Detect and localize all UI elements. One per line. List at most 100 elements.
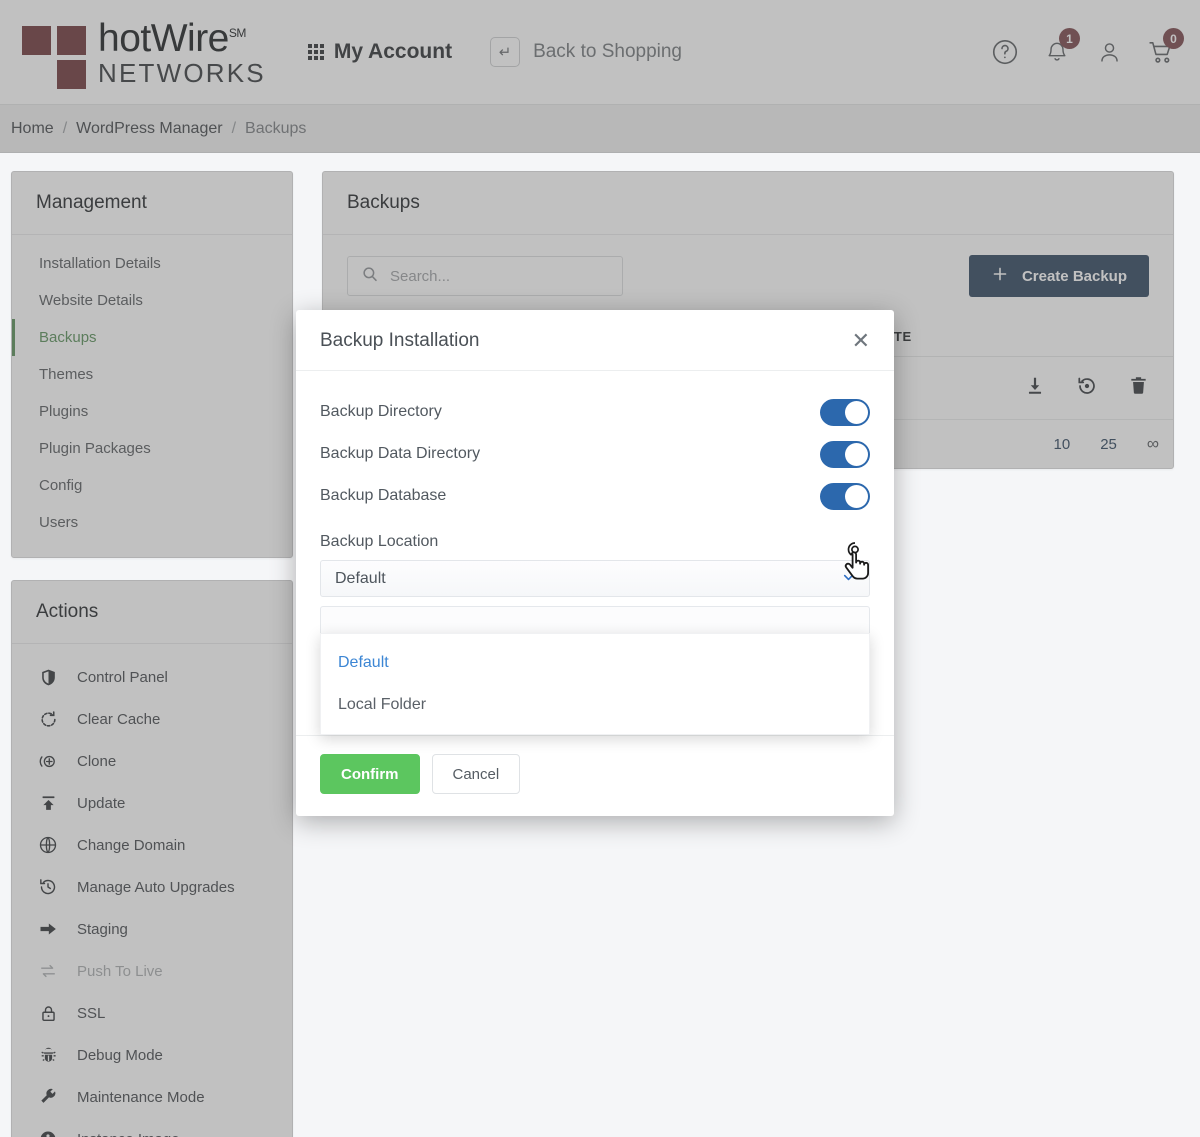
action-label: Change Domain [77,836,186,854]
notification-badge: 1 [1059,28,1080,49]
action-debug-mode[interactable]: Debug Mode [12,1034,292,1076]
chevron-down-icon [842,571,855,587]
toggle-label: Backup Data Directory [320,445,481,462]
action-clone[interactable]: Clone [12,740,292,782]
brand-logo[interactable]: hotWireSM NETWORKS [22,16,266,89]
shield-icon [36,665,60,689]
sidebar-item-website-details[interactable]: Website Details [12,282,292,319]
actions-menu: Control Panel Clear Cache Clone Update C… [12,644,292,1137]
action-label: Clear Cache [77,710,161,728]
action-label: Update [77,794,126,812]
sidebar-item-installation-details[interactable]: Installation Details [12,245,292,282]
create-backup-button[interactable]: Create Backup [968,255,1149,297]
plus-icon [991,265,1009,287]
dropdown-option-local-folder[interactable]: Local Folder [321,684,869,726]
action-label: Staging [77,920,128,938]
action-push-to-live: Push To Live [12,950,292,992]
toggle-label: Backup Database [320,487,447,504]
toggle-row-backup-database: Backup Database [320,475,870,517]
page-size-all[interactable]: ∞ [1147,434,1159,454]
breadcrumb-item-home[interactable]: Home [11,120,54,138]
clone-icon [36,749,60,773]
trash-icon[interactable] [1128,375,1149,401]
action-label: Manage Auto Upgrades [77,878,235,896]
close-icon[interactable]: ✕ [852,330,870,352]
backup-installation-modal: Backup Installation ✕ Backup Directory B… [296,310,894,816]
backup-location-dropdown: Default Local Folder [320,633,870,735]
logo-brand-top: hotWire [98,16,229,60]
action-update[interactable]: Update [12,782,292,824]
breadcrumb-separator: / [62,119,68,137]
create-backup-label: Create Backup [1021,267,1127,285]
backup-location-value: Default [335,569,386,587]
management-card: Management Installation Details Website … [11,171,293,558]
lock-icon [36,1001,60,1025]
page-title: Backups [323,172,1173,235]
header-actions: 1 0 [988,28,1184,69]
download-icon[interactable] [1024,375,1046,401]
update-icon [36,791,60,815]
confirm-button[interactable]: Confirm [320,754,420,794]
search-icon [361,265,379,288]
sidebar-item-config[interactable]: Config [12,467,292,504]
backup-database-toggle[interactable] [820,482,870,510]
sidebar-item-users[interactable]: Users [12,504,292,541]
action-manage-auto-upgrades[interactable]: Manage Auto Upgrades [12,866,292,908]
backup-directory-toggle[interactable] [820,398,870,426]
enter-arrow-icon: ↵ [490,37,521,67]
page-size-10[interactable]: 10 [1054,436,1071,453]
sidebar-item-plugin-packages[interactable]: Plugin Packages [12,430,292,467]
action-maintenance-mode[interactable]: Maintenance Mode [12,1076,292,1118]
action-label: Push To Live [77,962,163,980]
row-actions [996,375,1163,401]
modal-footer: Confirm Cancel [296,735,894,816]
breadcrumb: Home / WordPress Manager / Backups [0,105,1200,153]
backup-location-label: Backup Location [320,533,439,550]
my-account-button[interactable]: My Account [307,40,453,64]
page-size-25[interactable]: 25 [1100,436,1117,453]
action-instance-image[interactable]: Instance Image [12,1118,292,1137]
bug-icon [36,1043,60,1067]
user-account-icon[interactable] [1092,35,1126,69]
actions-card: Actions Control Panel Clear Cache Clone … [11,580,293,1137]
management-title: Management [12,172,292,235]
help-icon[interactable] [988,35,1022,69]
backup-data-directory-toggle[interactable] [820,440,870,468]
backup-location-select[interactable]: Default [320,560,870,597]
sidebar-item-themes[interactable]: Themes [12,356,292,393]
sync-icon [36,959,60,983]
toggle-row-backup-directory: Backup Directory [320,391,870,433]
back-to-shopping-button[interactable]: ↵ Back to Shopping [490,37,682,67]
logo-service-mark: SM [228,25,247,40]
sidebar-item-backups[interactable]: Backups [12,319,292,356]
action-control-panel[interactable]: Control Panel [12,656,292,698]
dropdown-option-default[interactable]: Default [321,642,869,684]
action-label: Control Panel [77,668,168,686]
logo-brand-bottom: NETWORKS [98,57,266,88]
instance-image-icon [36,1127,60,1137]
grid-icon [307,44,324,60]
modal-body: Backup Directory Backup Data Directory B… [296,371,894,735]
action-change-domain[interactable]: Change Domain [12,824,292,866]
clear-cache-icon [36,707,60,731]
sidebar-item-plugins[interactable]: Plugins [12,393,292,430]
cart-button[interactable]: 0 [1144,28,1184,69]
restore-icon[interactable] [1076,375,1098,401]
my-account-label: My Account [333,40,453,63]
action-ssl[interactable]: SSL [12,992,292,1034]
backups-toolbar: Create Backup [323,235,1173,317]
arrow-right-icon [36,917,60,941]
modal-header: Backup Installation ✕ [296,310,894,371]
breadcrumb-item-backups: Backups [245,119,307,137]
management-menu: Installation Details Website Details Bac… [12,235,292,557]
action-staging[interactable]: Staging [12,908,292,950]
toggle-row-backup-data-directory: Backup Data Directory [320,433,870,475]
breadcrumb-item-wordpress-manager[interactable]: WordPress Manager [76,120,222,138]
modal-title: Backup Installation [320,330,480,351]
search-input[interactable] [390,267,609,285]
search-box[interactable] [347,256,623,296]
history-icon [36,875,60,899]
notifications-button[interactable]: 1 [1040,28,1080,69]
cancel-button[interactable]: Cancel [431,754,521,794]
action-clear-cache[interactable]: Clear Cache [12,698,292,740]
